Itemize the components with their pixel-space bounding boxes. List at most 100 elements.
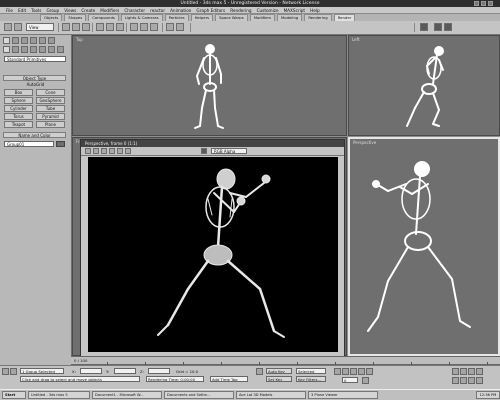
previous-frame-icon[interactable] bbox=[342, 368, 349, 375]
zoom-icon[interactable] bbox=[452, 368, 459, 375]
tab-lights-cameras[interactable]: Lights & Cameras bbox=[120, 14, 163, 21]
tab-modifiers[interactable]: Modifiers bbox=[249, 14, 276, 21]
taskbar-item[interactable]: Documents and Settin... bbox=[164, 391, 234, 399]
tab-particles[interactable]: Particles bbox=[164, 14, 189, 21]
shapes-icon[interactable] bbox=[12, 46, 19, 53]
unlink-icon[interactable] bbox=[72, 23, 80, 31]
maxscript-listener-icon[interactable] bbox=[2, 368, 9, 375]
menu-rendering[interactable]: Rendering bbox=[230, 8, 251, 13]
z-coordinate-field[interactable] bbox=[148, 368, 170, 374]
field-of-view-icon[interactable] bbox=[452, 377, 459, 384]
teapot-button[interactable]: Teapot bbox=[4, 121, 33, 128]
set-key-button[interactable]: Set Key bbox=[266, 376, 292, 382]
taskbar-item[interactable]: Document1 - Microsoft W... bbox=[92, 391, 162, 399]
start-button[interactable]: Start bbox=[2, 391, 26, 399]
object-type-rollout[interactable]: Object Type bbox=[3, 75, 66, 81]
go-to-start-icon[interactable] bbox=[334, 368, 341, 375]
cone-button[interactable]: Cone bbox=[36, 89, 65, 96]
key-filters-button[interactable]: Key Filters... bbox=[296, 376, 326, 382]
menu-file[interactable]: File bbox=[6, 8, 13, 13]
hierarchy-tab-icon[interactable] bbox=[21, 37, 28, 44]
menu-group[interactable]: Group bbox=[46, 8, 59, 13]
object-name-field[interactable]: Group01 bbox=[4, 141, 54, 147]
time-slider[interactable]: 0 / 100 bbox=[71, 356, 500, 365]
tab-modeling[interactable]: Modeling bbox=[277, 14, 303, 21]
align-icon[interactable] bbox=[176, 23, 184, 31]
taskbar-item[interactable]: Ace Lat 3D Models bbox=[236, 391, 306, 399]
cameras-icon[interactable] bbox=[30, 46, 37, 53]
left-viewport[interactable]: Left bbox=[348, 35, 500, 136]
move-icon[interactable] bbox=[130, 23, 138, 31]
menu-views[interactable]: Views bbox=[64, 8, 76, 13]
zoom-all-icon[interactable] bbox=[460, 368, 467, 375]
close-icon[interactable] bbox=[488, 1, 493, 6]
select-by-name-icon[interactable] bbox=[106, 23, 114, 31]
menu-reactor[interactable]: reactor bbox=[150, 8, 165, 13]
quick-render-icon[interactable] bbox=[444, 23, 452, 31]
rotate-icon[interactable] bbox=[140, 23, 148, 31]
render-scene-icon[interactable] bbox=[434, 23, 442, 31]
top-viewport[interactable]: Top bbox=[72, 35, 347, 136]
tab-space-warps[interactable]: Space Warps bbox=[215, 14, 248, 21]
tab-rendering[interactable]: Rendering bbox=[304, 14, 332, 21]
go-to-end-icon[interactable] bbox=[366, 368, 373, 375]
selected-dropdown[interactable]: Selected bbox=[296, 368, 326, 374]
tab-render[interactable]: Render bbox=[333, 14, 356, 21]
plane-button[interactable]: Plane bbox=[36, 121, 65, 128]
lights-icon[interactable] bbox=[21, 46, 28, 53]
create-tab-icon[interactable] bbox=[3, 37, 10, 44]
x-coordinate-field[interactable] bbox=[80, 368, 102, 374]
taskbar-item[interactable]: Untitled - 3ds max 5 bbox=[28, 391, 90, 399]
zoom-extents-all-icon[interactable] bbox=[476, 368, 483, 375]
tab-helpers[interactable]: Helpers bbox=[190, 14, 214, 21]
taskbar-item[interactable]: 3 Plane Viewer bbox=[308, 391, 378, 399]
save-image-icon[interactable] bbox=[201, 148, 207, 154]
geometry-icon[interactable] bbox=[3, 46, 10, 53]
channel-select[interactable]: RGB Alpha bbox=[211, 148, 247, 154]
torus-button[interactable]: Torus bbox=[4, 113, 33, 120]
object-color-swatch[interactable] bbox=[56, 141, 65, 147]
sphere-button[interactable]: Sphere bbox=[4, 97, 33, 104]
zoom-extents-icon[interactable] bbox=[468, 368, 475, 375]
spacewarps-icon[interactable] bbox=[48, 46, 55, 53]
select-icon[interactable] bbox=[96, 23, 104, 31]
pyramid-button[interactable]: Pyramid bbox=[36, 113, 65, 120]
modify-tab-icon[interactable] bbox=[12, 37, 19, 44]
menu-help[interactable]: Help bbox=[310, 8, 320, 13]
menu-animation[interactable]: Animation bbox=[170, 8, 191, 13]
view-select[interactable]: View bbox=[26, 23, 54, 31]
display-tab-icon[interactable] bbox=[39, 37, 46, 44]
tab-shapes[interactable]: Shapes bbox=[64, 14, 87, 21]
autogrid-checkbox[interactable]: AutoGrid bbox=[3, 82, 68, 87]
play-icon[interactable] bbox=[350, 368, 357, 375]
primitive-type-dropdown[interactable]: Standard Primitives bbox=[4, 56, 66, 62]
time-configuration-icon[interactable] bbox=[362, 377, 369, 384]
scale-icon[interactable] bbox=[150, 23, 158, 31]
autokey-button[interactable]: Auto Key bbox=[266, 368, 292, 374]
minimize-icon[interactable] bbox=[474, 1, 479, 6]
lock-selection-icon[interactable] bbox=[10, 368, 17, 375]
tab-objects[interactable]: Objects bbox=[40, 14, 63, 21]
menu-customize[interactable]: Customize bbox=[257, 8, 279, 13]
current-frame-field[interactable]: 0 bbox=[342, 377, 358, 383]
mirror-icon[interactable] bbox=[166, 23, 174, 31]
menu-maxscript[interactable]: MAXScript bbox=[284, 8, 306, 13]
menu-graph-editors[interactable]: Graph Editors bbox=[196, 8, 225, 13]
box-button[interactable]: Box bbox=[4, 89, 33, 96]
maximize-viewport-icon[interactable] bbox=[476, 377, 483, 384]
rendered-frame-window[interactable]: Perspective, frame 0 (1:1) RGB Alpha bbox=[80, 139, 345, 357]
bind-icon[interactable] bbox=[82, 23, 90, 31]
perspective-viewport[interactable]: Perspective bbox=[348, 137, 500, 356]
name-and-color-rollout[interactable]: Name and Color bbox=[3, 132, 66, 138]
tube-button[interactable]: Tube bbox=[36, 105, 65, 112]
next-frame-icon[interactable] bbox=[358, 368, 365, 375]
set-key-icon[interactable] bbox=[256, 368, 263, 375]
alpha-channel-icon[interactable] bbox=[109, 148, 115, 154]
motion-tab-icon[interactable] bbox=[30, 37, 37, 44]
helpers-icon[interactable] bbox=[39, 46, 46, 53]
clear-icon[interactable] bbox=[125, 148, 131, 154]
undo-icon[interactable] bbox=[4, 23, 12, 31]
geosphere-button[interactable]: GeoSphere bbox=[36, 97, 65, 104]
cylinder-button[interactable]: Cylinder bbox=[4, 105, 33, 112]
green-channel-icon[interactable] bbox=[93, 148, 99, 154]
